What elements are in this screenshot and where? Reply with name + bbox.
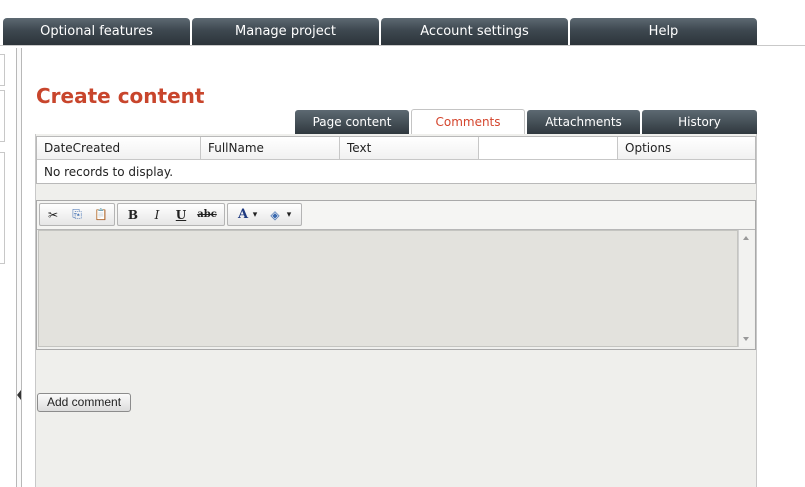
toolbar-group-format: B I U abc xyxy=(117,203,225,226)
nav-divider xyxy=(0,45,805,46)
scroll-up-icon[interactable] xyxy=(743,236,749,240)
page-title: Create content xyxy=(36,84,205,108)
menu-account-settings[interactable]: Account settings xyxy=(381,18,568,45)
menu-help[interactable]: Help xyxy=(570,18,757,45)
paste-icon[interactable]: 📋 xyxy=(91,206,111,223)
underline-icon[interactable]: U xyxy=(171,206,191,223)
italic-icon[interactable]: I xyxy=(147,206,167,223)
panel-splitter[interactable] xyxy=(16,48,22,487)
menu-optional-features[interactable]: Optional features xyxy=(3,18,190,45)
bold-icon[interactable]: B xyxy=(123,206,143,223)
back-color-icon[interactable]: ◈ xyxy=(265,206,285,223)
scroll-down-icon[interactable] xyxy=(743,337,749,341)
comment-editor: ✂ ⎘ 📋 B I U abc A ▾ ◈ ▾ xyxy=(36,200,756,350)
left-panel-box xyxy=(0,54,5,86)
column-header-blank xyxy=(479,137,618,159)
column-header-options[interactable]: Options xyxy=(618,137,755,159)
toolbar-group-clipboard: ✂ ⎘ 📋 xyxy=(39,203,115,226)
toolbar-group-color: A ▾ ◈ ▾ xyxy=(227,203,302,226)
no-records-message: No records to display. xyxy=(44,165,174,179)
grid-header: DateCreated FullName Text Options xyxy=(37,137,755,160)
column-header-fullname[interactable]: FullName xyxy=(201,137,340,159)
tab-page-content[interactable]: Page content xyxy=(295,110,409,134)
menu-manage-project[interactable]: Manage project xyxy=(192,18,379,45)
copy-icon[interactable]: ⎘ xyxy=(67,206,87,223)
chevron-down-icon[interactable]: ▾ xyxy=(250,206,260,223)
chevron-down-icon[interactable]: ▾ xyxy=(284,206,294,223)
add-comment-button[interactable]: Add comment xyxy=(37,393,132,412)
tab-history[interactable]: History xyxy=(642,110,757,134)
left-panel xyxy=(0,48,5,487)
tab-attachments[interactable]: Attachments xyxy=(527,110,640,134)
collapse-arrow-icon[interactable] xyxy=(17,390,21,400)
column-header-text[interactable]: Text xyxy=(340,137,479,159)
comment-text-area[interactable] xyxy=(38,230,738,347)
strikethrough-icon[interactable]: abc xyxy=(195,206,219,223)
comments-grid: DateCreated FullName Text Options No rec… xyxy=(36,136,756,184)
cut-icon[interactable]: ✂ xyxy=(43,206,63,223)
column-header-datecreated[interactable]: DateCreated xyxy=(37,137,201,159)
tab-comments[interactable]: Comments xyxy=(411,109,525,134)
left-panel-box xyxy=(0,152,5,264)
top-nav: Optional features Manage project Account… xyxy=(0,0,805,46)
editor-toolbar: ✂ ⎘ 📋 B I U abc A ▾ ◈ ▾ xyxy=(37,201,755,230)
left-panel-box xyxy=(0,90,5,142)
main-menu: Optional features Manage project Account… xyxy=(3,18,759,45)
editor-scrollbar[interactable] xyxy=(738,230,754,347)
